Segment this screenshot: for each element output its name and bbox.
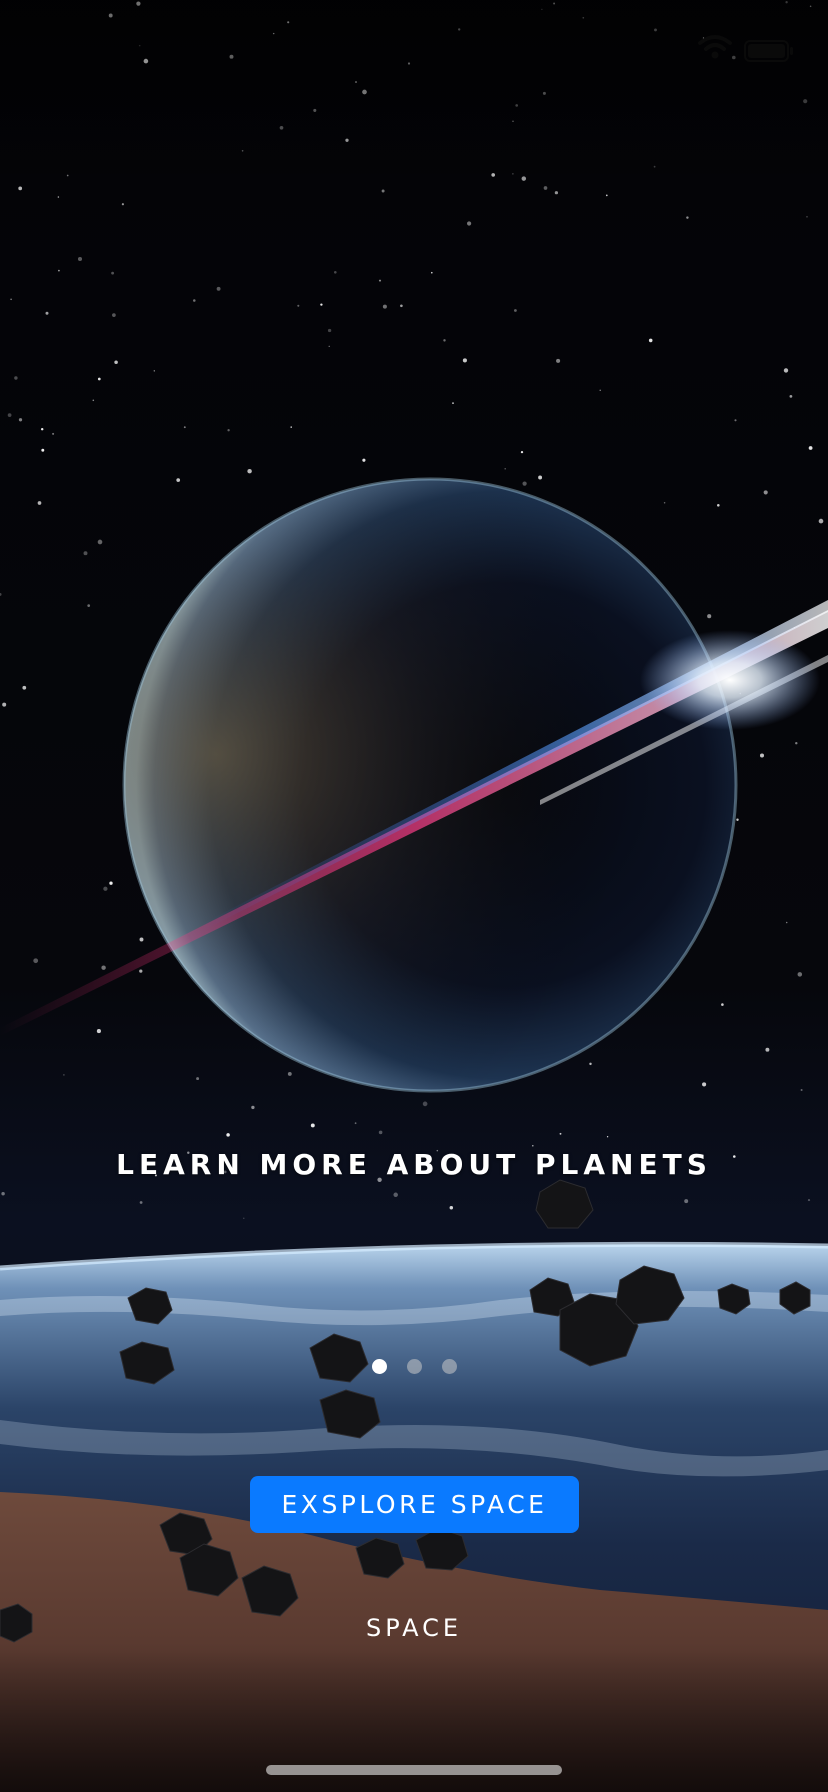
wifi-icon — [698, 35, 732, 59]
page-dot-3[interactable] — [441, 1359, 457, 1374]
explore-space-button[interactable]: EXSPLORE SPACE — [250, 1476, 579, 1533]
onboarding-screen: LEARN MORE ABOUT PLANETS EXSPLORE SPACE … — [0, 0, 828, 1792]
battery-icon — [744, 40, 793, 62]
space-link[interactable]: SPACE — [0, 1614, 828, 1642]
home-indicator — [266, 1765, 562, 1775]
onboarding-headline: LEARN MORE ABOUT PLANETS — [116, 1148, 712, 1181]
page-dot-1[interactable] — [371, 1359, 387, 1374]
page-dot-2[interactable] — [406, 1359, 422, 1374]
page-indicator[interactable] — [0, 1356, 828, 1374]
status-bar — [0, 0, 828, 90]
